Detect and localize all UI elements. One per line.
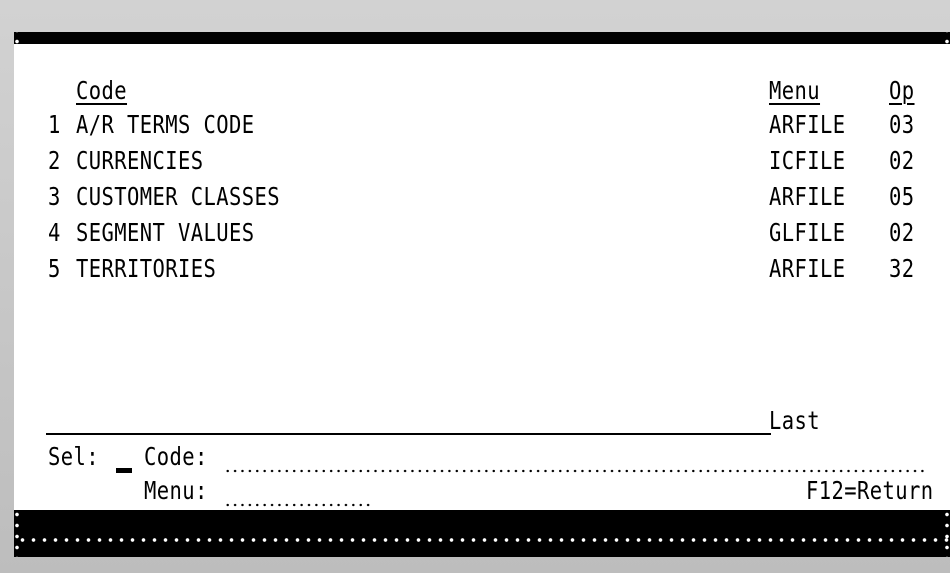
sel-input[interactable]	[116, 468, 132, 473]
row-op: 32	[889, 254, 915, 283]
row-menu: GLFILE	[769, 218, 846, 247]
status-text: Last	[769, 406, 821, 435]
row-number: 2	[48, 146, 61, 175]
row-op: 02	[889, 146, 915, 175]
terminal-frame: Code Menu Op 1 A/R TERMS CODE ARFILE 03 …	[0, 0, 950, 573]
row-menu: ARFILE	[769, 110, 846, 139]
row-menu: ARFILE	[769, 254, 846, 283]
bottom-dotted-border	[14, 537, 950, 543]
sel-label: Sel:	[48, 442, 100, 471]
row-number: 4	[48, 218, 61, 247]
code-label: Code:	[144, 442, 208, 471]
row-code: SEGMENT VALUES	[76, 218, 255, 247]
row-code: TERRITORIES	[76, 254, 217, 283]
row-code: CURRENCIES	[76, 146, 204, 175]
row-op: 03	[889, 110, 915, 139]
menu-input[interactable]	[224, 502, 374, 508]
row-menu: ARFILE	[769, 182, 846, 211]
row-code: A/R TERMS CODE	[76, 110, 255, 139]
row-number: 5	[48, 254, 61, 283]
row-menu: ICFILE	[769, 146, 846, 175]
row-code: CUSTOMER CLASSES	[76, 182, 281, 211]
row-number: 1	[48, 110, 61, 139]
row-op: 05	[889, 182, 915, 211]
f12-return-key[interactable]: F12=Return	[806, 474, 934, 508]
row-op: 02	[889, 218, 915, 247]
menu-label: Menu:	[144, 476, 208, 505]
row-number: 3	[48, 182, 61, 211]
separator-line	[46, 433, 771, 435]
selection-panel: Code Menu Op 1 A/R TERMS CODE ARFILE 03 …	[14, 44, 950, 510]
